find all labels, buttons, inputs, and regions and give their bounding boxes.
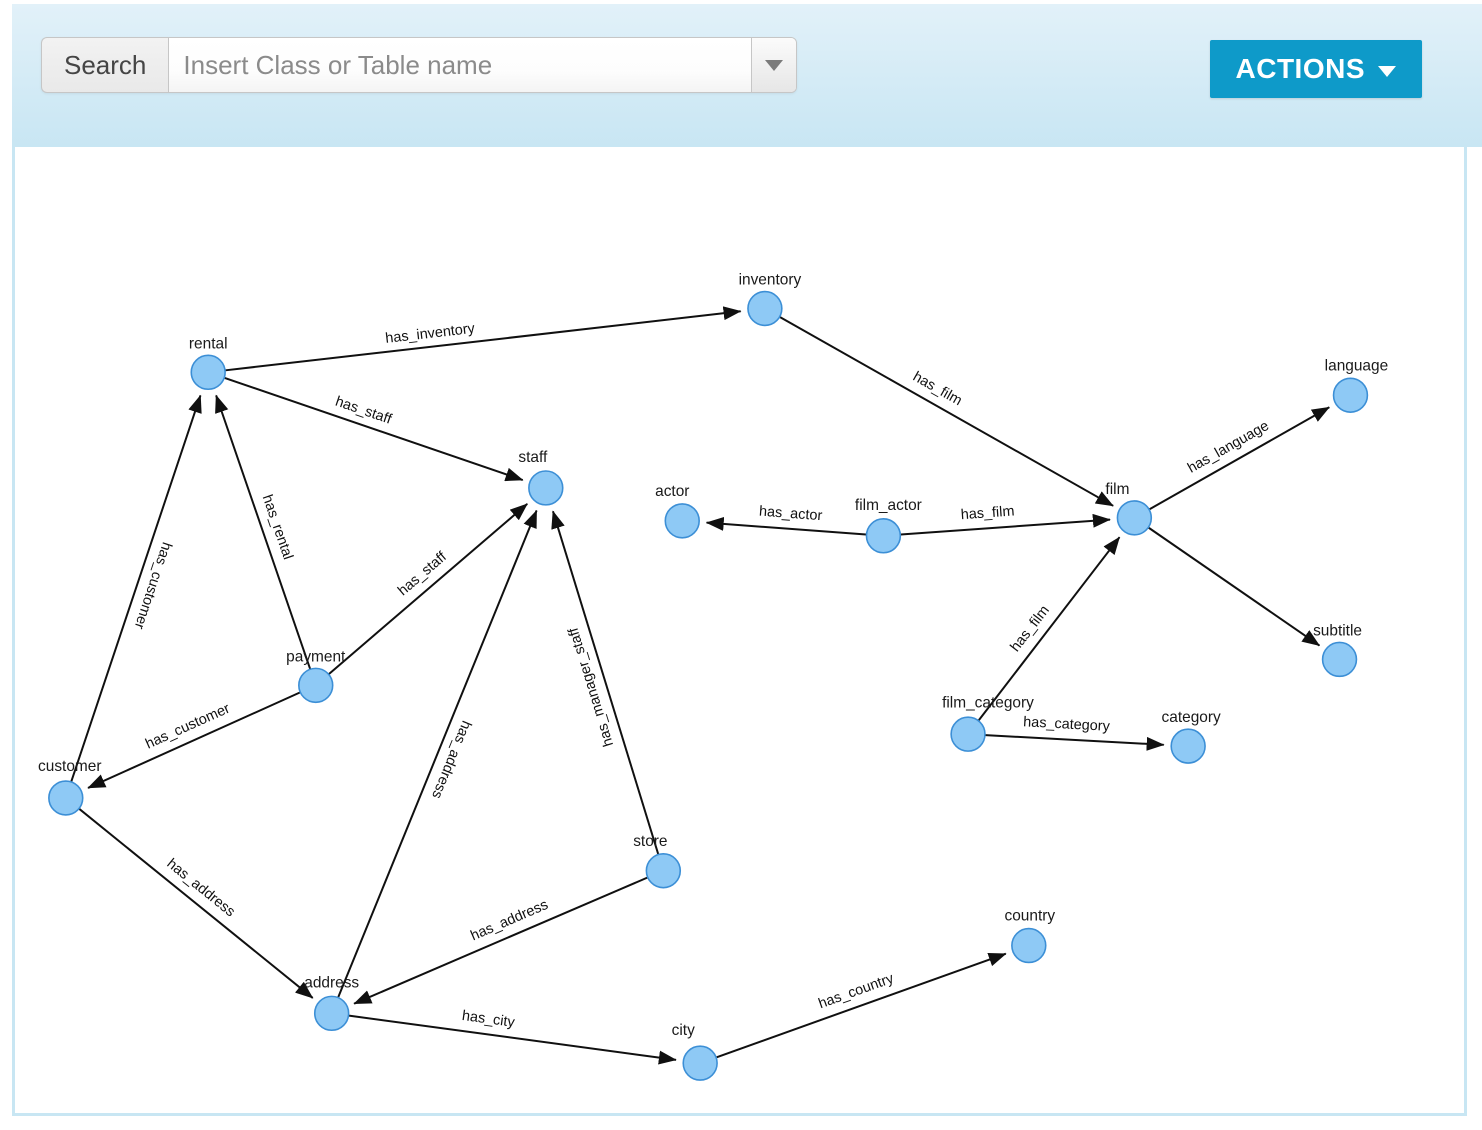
graph-node-label-payment: payment — [286, 648, 346, 665]
actions-button-label: ACTIONS — [1235, 53, 1365, 84]
search-group: Search — [41, 37, 798, 93]
graph-edge[interactable] — [900, 513, 1111, 536]
edge-label: has_customer — [143, 701, 232, 753]
graph-node-label-rental: rental — [189, 335, 228, 352]
graph-node-country[interactable] — [1011, 927, 1047, 964]
graph-node-label-customer: customer — [38, 758, 101, 775]
graph-edge[interactable] — [716, 952, 1007, 1059]
graph-svg: has_inventoryhas_staffhas_filmhas_langua… — [38, 272, 1388, 1081]
graph-node-staff[interactable] — [528, 470, 564, 506]
toolbar-header: Search ACTIONS — [0, 0, 1482, 147]
actions-button[interactable]: ACTIONS — [1209, 40, 1422, 98]
graph-edge[interactable] — [779, 316, 1114, 507]
graph-edge[interactable] — [224, 377, 524, 482]
graph-node-film_category[interactable] — [950, 716, 986, 752]
graph-edge[interactable] — [215, 394, 312, 670]
graph-node-rental[interactable] — [190, 354, 226, 391]
graph-node-label-staff: staff — [518, 449, 548, 466]
edge-label: has_category — [1023, 714, 1111, 735]
graph-node-label-country: country — [1004, 908, 1055, 925]
chevron-down-icon — [765, 59, 784, 71]
graph-edge[interactable] — [225, 306, 742, 372]
edge-label: has_staff — [333, 394, 394, 428]
graph-node-language[interactable] — [1332, 377, 1369, 413]
graph-node-label-film_actor: film_actor — [855, 497, 922, 514]
edge-label: has_film — [960, 503, 1015, 523]
graph-node-label-inventory: inventory — [739, 272, 802, 289]
graph-edge[interactable] — [78, 808, 314, 999]
graph-node-actor[interactable] — [664, 503, 700, 539]
chevron-down-icon — [1378, 65, 1396, 77]
graph-edge[interactable] — [87, 691, 301, 789]
graph-edge[interactable] — [353, 876, 648, 1005]
graph-edge[interactable] — [985, 734, 1165, 751]
edge-label: has_rental — [259, 493, 296, 562]
graph-node-subtitle[interactable] — [1321, 641, 1358, 678]
search-label-addon: Search — [41, 37, 169, 93]
graph-edge[interactable] — [705, 516, 867, 536]
graph-edge[interactable] — [1148, 526, 1321, 647]
graph-node-payment[interactable] — [298, 667, 334, 704]
graph-node-film_actor[interactable] — [865, 518, 902, 554]
graph-node-label-address: address — [304, 974, 359, 991]
graph-edge[interactable] — [348, 1014, 677, 1065]
search-dropdown-toggle[interactable] — [751, 38, 797, 92]
graph-edge[interactable] — [551, 510, 660, 855]
edges-layer: has_inventoryhas_staffhas_filmhas_langua… — [70, 306, 1330, 1065]
graph-node-label-language: language — [1325, 357, 1388, 374]
graph-node-city[interactable] — [682, 1045, 718, 1081]
graph-node-address[interactable] — [313, 995, 350, 1032]
nodes-layer: rental inventory staff actor film_actor film l… — [38, 272, 1388, 1081]
graph-node-customer[interactable] — [48, 780, 84, 816]
edge-label: has_actor — [758, 504, 823, 525]
graph-node-label-store: store — [633, 833, 667, 850]
edge-label: has_film — [1007, 603, 1052, 655]
edge-label: has_staff — [395, 548, 450, 599]
search-input[interactable] — [169, 38, 752, 92]
graph-edge[interactable] — [337, 509, 538, 998]
graph-node-label-category: category — [1162, 709, 1221, 726]
graph-explorer-app: Search ACTIONS has_inventoryhas_staffhas… — [0, 0, 1482, 1130]
edge-label: has_manager_staff — [565, 625, 617, 749]
graph-node-film[interactable] — [1116, 500, 1153, 536]
edge-label: has_country — [816, 970, 896, 1012]
graph-node-inventory[interactable] — [747, 290, 783, 327]
graph-node-store[interactable] — [645, 853, 682, 889]
graph-node-category[interactable] — [1170, 728, 1206, 764]
graph-node-label-subtitle: subtitle — [1313, 622, 1362, 639]
edge-label: has_film — [910, 369, 965, 409]
edge-label: has_city — [461, 1008, 516, 1031]
graph-node-label-city: city — [672, 1022, 695, 1039]
graph-node-label-film: film — [1105, 481, 1129, 498]
graph-edge[interactable] — [328, 503, 528, 675]
edge-label: has_address — [164, 856, 238, 920]
graph-edge[interactable] — [977, 536, 1121, 721]
graph-node-label-actor: actor — [655, 483, 689, 500]
graph-edge[interactable] — [1149, 406, 1330, 511]
search-field-wrapper — [168, 37, 798, 93]
graph-edge[interactable] — [70, 394, 202, 782]
graph-canvas[interactable]: has_inventory has_staff has_film has_langua… — [12, 147, 1467, 1116]
